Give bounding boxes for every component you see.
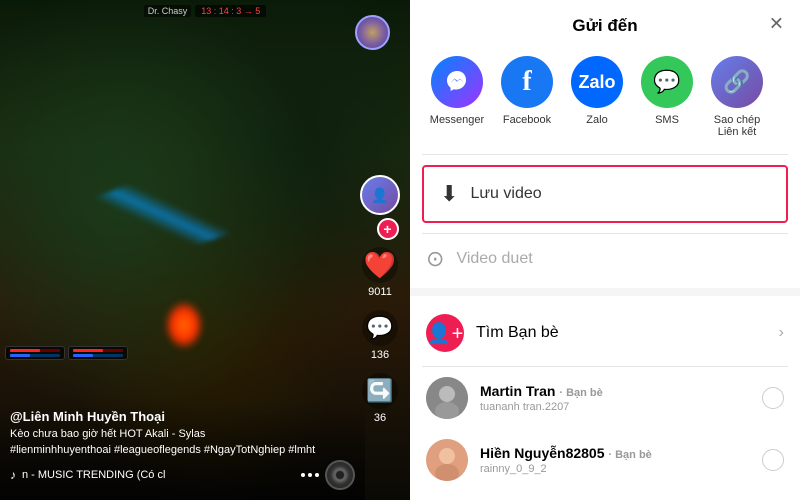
modal-title: Gửi đến xyxy=(572,16,637,36)
friend-username-martin: tuananh tran.2207 xyxy=(480,401,603,413)
download-icon: ⬇ xyxy=(440,181,458,207)
friend-username-hien: rainny_0_9_2 xyxy=(480,463,652,475)
game-hud-top: Dr. Chasy 13 : 14 : 3 → 5 xyxy=(0,5,410,17)
friend-toggle-hien[interactable] xyxy=(762,449,784,471)
chevron-right-icon: › xyxy=(779,324,784,342)
friend-item-hien[interactable]: Hiền Nguyễn82805 · Bạn bè rainny_0_9_2 xyxy=(410,429,800,491)
health-bar xyxy=(10,349,60,352)
share-icon: ↪️ xyxy=(362,373,398,409)
save-video-button[interactable]: ⬇ Lưu video xyxy=(422,165,788,223)
video-tags: #lienminhhuyenthoai #leagueoflegends #Ng… xyxy=(10,444,355,456)
comment-button[interactable]: 💬 136 xyxy=(362,310,398,361)
friend-item-martin[interactable]: Martin Tran · Bạn bè tuananh tran.2207 xyxy=(410,367,800,429)
music-disc-inner xyxy=(335,470,345,480)
more-dots-icon xyxy=(301,473,319,477)
zalo-icon: Zalo xyxy=(571,56,623,108)
creator-follow[interactable]: 👤 + xyxy=(360,175,400,235)
messenger-icon xyxy=(431,56,483,108)
share-app-facebook[interactable]: f Facebook xyxy=(492,56,562,138)
action-buttons: 👤 + ❤️ 9011 💬 136 ↪️ 36 xyxy=(360,175,400,424)
character-portrait xyxy=(355,15,390,50)
like-button[interactable]: ❤️ 9011 xyxy=(362,247,398,298)
avatar: 👤 xyxy=(360,175,400,215)
stat-box-2 xyxy=(68,346,128,360)
lightning-effect xyxy=(92,157,232,273)
duet-icon: ⊙ xyxy=(426,246,444,272)
music-disc xyxy=(325,460,355,490)
modal-header: Gửi đến ✕ xyxy=(410,0,800,48)
share-app-copy-link[interactable]: 🔗 Sao chép Liên kết xyxy=(702,56,772,138)
friend-avatar-martin xyxy=(426,377,468,419)
find-friends-label: Tìm Bạn bè xyxy=(476,324,559,342)
find-friends-left: 👤+ Tìm Bạn bè xyxy=(426,314,559,352)
game-score: 13 : 14 : 3 → 5 xyxy=(195,5,266,17)
creator-name: @Liên Minh Huyền Thoại xyxy=(10,409,355,424)
friend-info-martin: Martin Tran · Bạn bè tuananh tran.2207 xyxy=(480,383,603,413)
share-modal: Gửi đến ✕ Messenger f Facebook Zalo xyxy=(410,0,800,500)
music-note-icon: ♪ xyxy=(10,468,16,482)
friend-left-hien: Hiền Nguyễn82805 · Bạn bè rainny_0_9_2 xyxy=(426,439,652,481)
mana-bar xyxy=(10,354,60,357)
share-app-zalo[interactable]: Zalo Zalo xyxy=(562,56,632,138)
close-button[interactable]: ✕ xyxy=(769,14,784,35)
health-bar-2 xyxy=(73,349,123,352)
mana-bar-2 xyxy=(73,354,123,357)
messenger-label: Messenger xyxy=(430,114,484,126)
video-duet-button[interactable]: ⊙ Video duet xyxy=(410,234,800,284)
video-title: Kèo chưa bao giờ hết HOT Akali - Sylas xyxy=(10,427,355,442)
facebook-icon: f xyxy=(501,56,553,108)
player-name: Dr. Chasy xyxy=(144,5,192,17)
sms-label: SMS xyxy=(655,114,679,126)
friend-left: Martin Tran · Bạn bè tuananh tran.2207 xyxy=(426,377,603,419)
video-background: Dr. Chasy 13 : 14 : 3 → 5 👤 + xyxy=(0,0,410,500)
stat-box-1 xyxy=(5,346,65,360)
divider-3 xyxy=(410,288,800,296)
video-panel: Dr. Chasy 13 : 14 : 3 → 5 👤 + xyxy=(0,0,410,500)
divider-1 xyxy=(422,154,788,155)
stats-bar xyxy=(5,346,405,360)
video-duet-label: Video duet xyxy=(456,250,532,268)
music-text: n - MUSIC TRENDING (Có cl xyxy=(22,469,165,481)
comment-icon: 💬 xyxy=(362,310,398,346)
copy-link-label: Sao chép Liên kết xyxy=(714,114,760,138)
share-apps-row: Messenger f Facebook Zalo Zalo 💬 SMS 🔗 S… xyxy=(410,48,800,154)
friend-name-hien: Hiền Nguyễn82805 · Bạn bè xyxy=(480,445,652,461)
zalo-label: Zalo xyxy=(586,114,607,126)
music-bar: ♪ n - MUSIC TRENDING (Có cl xyxy=(10,460,355,490)
like-count: 9011 xyxy=(368,286,392,298)
fire-effect xyxy=(164,300,204,350)
heart-icon: ❤️ xyxy=(362,247,398,283)
follow-plus-icon: + xyxy=(377,218,399,240)
save-video-label: Lưu video xyxy=(470,185,541,203)
copy-link-icon: 🔗 xyxy=(711,56,763,108)
add-person-icon: 👤+ xyxy=(426,314,464,352)
friend-info-hien: Hiền Nguyễn82805 · Bạn bè rainny_0_9_2 xyxy=(480,445,652,475)
share-app-messenger[interactable]: Messenger xyxy=(422,56,492,138)
sms-icon: 💬 xyxy=(641,56,693,108)
friend-name-martin: Martin Tran · Bạn bè xyxy=(480,383,603,399)
video-info: @Liên Minh Huyền Thoại Kèo chưa bao giờ … xyxy=(0,401,365,500)
friend-toggle-martin[interactable] xyxy=(762,387,784,409)
friend-avatar-hien xyxy=(426,439,468,481)
share-button[interactable]: ↪️ 36 xyxy=(362,373,398,424)
share-app-sms[interactable]: 💬 SMS xyxy=(632,56,702,138)
friend-item-dai[interactable]: Lê Đại Huy · Bạn bè huymiaoo xyxy=(410,491,800,500)
share-count: 36 xyxy=(374,412,386,424)
facebook-label: Facebook xyxy=(503,114,551,126)
find-friends-button[interactable]: 👤+ Tìm Bạn bè › xyxy=(410,300,800,366)
comment-count: 136 xyxy=(371,349,389,361)
